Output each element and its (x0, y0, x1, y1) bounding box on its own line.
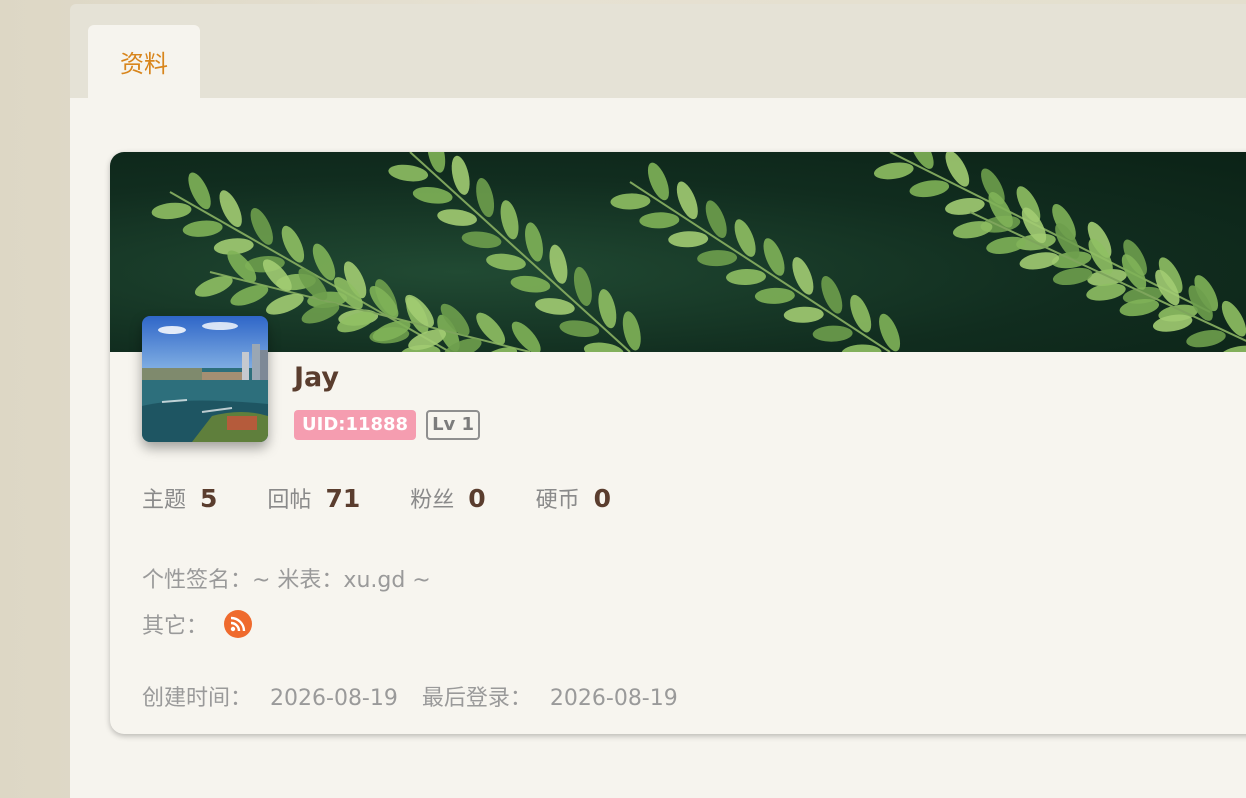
tab-content: Jay UID:11888 Lv 1 主题 5 回帖 71 粉丝 0 硬币 0 … (70, 98, 1246, 798)
created-value: 2026-08-19 (270, 686, 398, 711)
stat-label: 粉丝 (410, 488, 455, 513)
account-dates: 创建时间： 2026-08-19 最后登录： 2026-08-19 (142, 680, 702, 712)
rss-icon[interactable] (224, 610, 253, 638)
avatar-image (142, 316, 268, 442)
tab-profile[interactable]: 资料 (88, 25, 200, 98)
stat-label: 主题 (142, 488, 187, 513)
badges: UID:11888 Lv 1 (294, 410, 481, 440)
stat-fans[interactable]: 粉丝 0 (410, 482, 485, 514)
stats-row: 主题 5 回帖 71 粉丝 0 硬币 0 (142, 482, 661, 514)
stat-value: 5 (200, 484, 218, 513)
profile-panel: 资料 Jay UID:11888 Lv 1 主题 5 回帖 71 粉丝 0 硬币… (70, 4, 1246, 798)
profile-banner (110, 152, 1246, 352)
level-badge: Lv 1 (426, 410, 481, 440)
last-login-label: 最后登录： (421, 686, 532, 711)
stat-value: 71 (325, 484, 361, 513)
uid-badge: UID:11888 (294, 410, 417, 440)
created-label: 创建时间： (142, 686, 253, 711)
tab-bar: 资料 (70, 4, 1246, 98)
profile-card: Jay UID:11888 Lv 1 主题 5 回帖 71 粉丝 0 硬币 0 … (110, 152, 1246, 734)
username: Jay (294, 362, 340, 393)
stat-label: 回帖 (267, 488, 312, 513)
stat-label: 硬币 (535, 488, 580, 513)
other-links: 其它： (142, 608, 253, 640)
stat-value: 0 (593, 484, 612, 513)
stat-coins[interactable]: 硬币 0 (536, 482, 611, 514)
other-label: 其它： (142, 614, 209, 639)
stat-replies[interactable]: 回帖 71 (267, 482, 360, 514)
last-login-value: 2026-08-19 (549, 686, 678, 711)
leaf-banner-image (151, 152, 1246, 352)
stat-value: 0 (468, 484, 486, 513)
signature: 个性签名：~ 米表：xu.gd ~ (142, 568, 431, 593)
avatar[interactable] (142, 316, 268, 442)
stat-topics[interactable]: 主题 5 (142, 482, 217, 514)
